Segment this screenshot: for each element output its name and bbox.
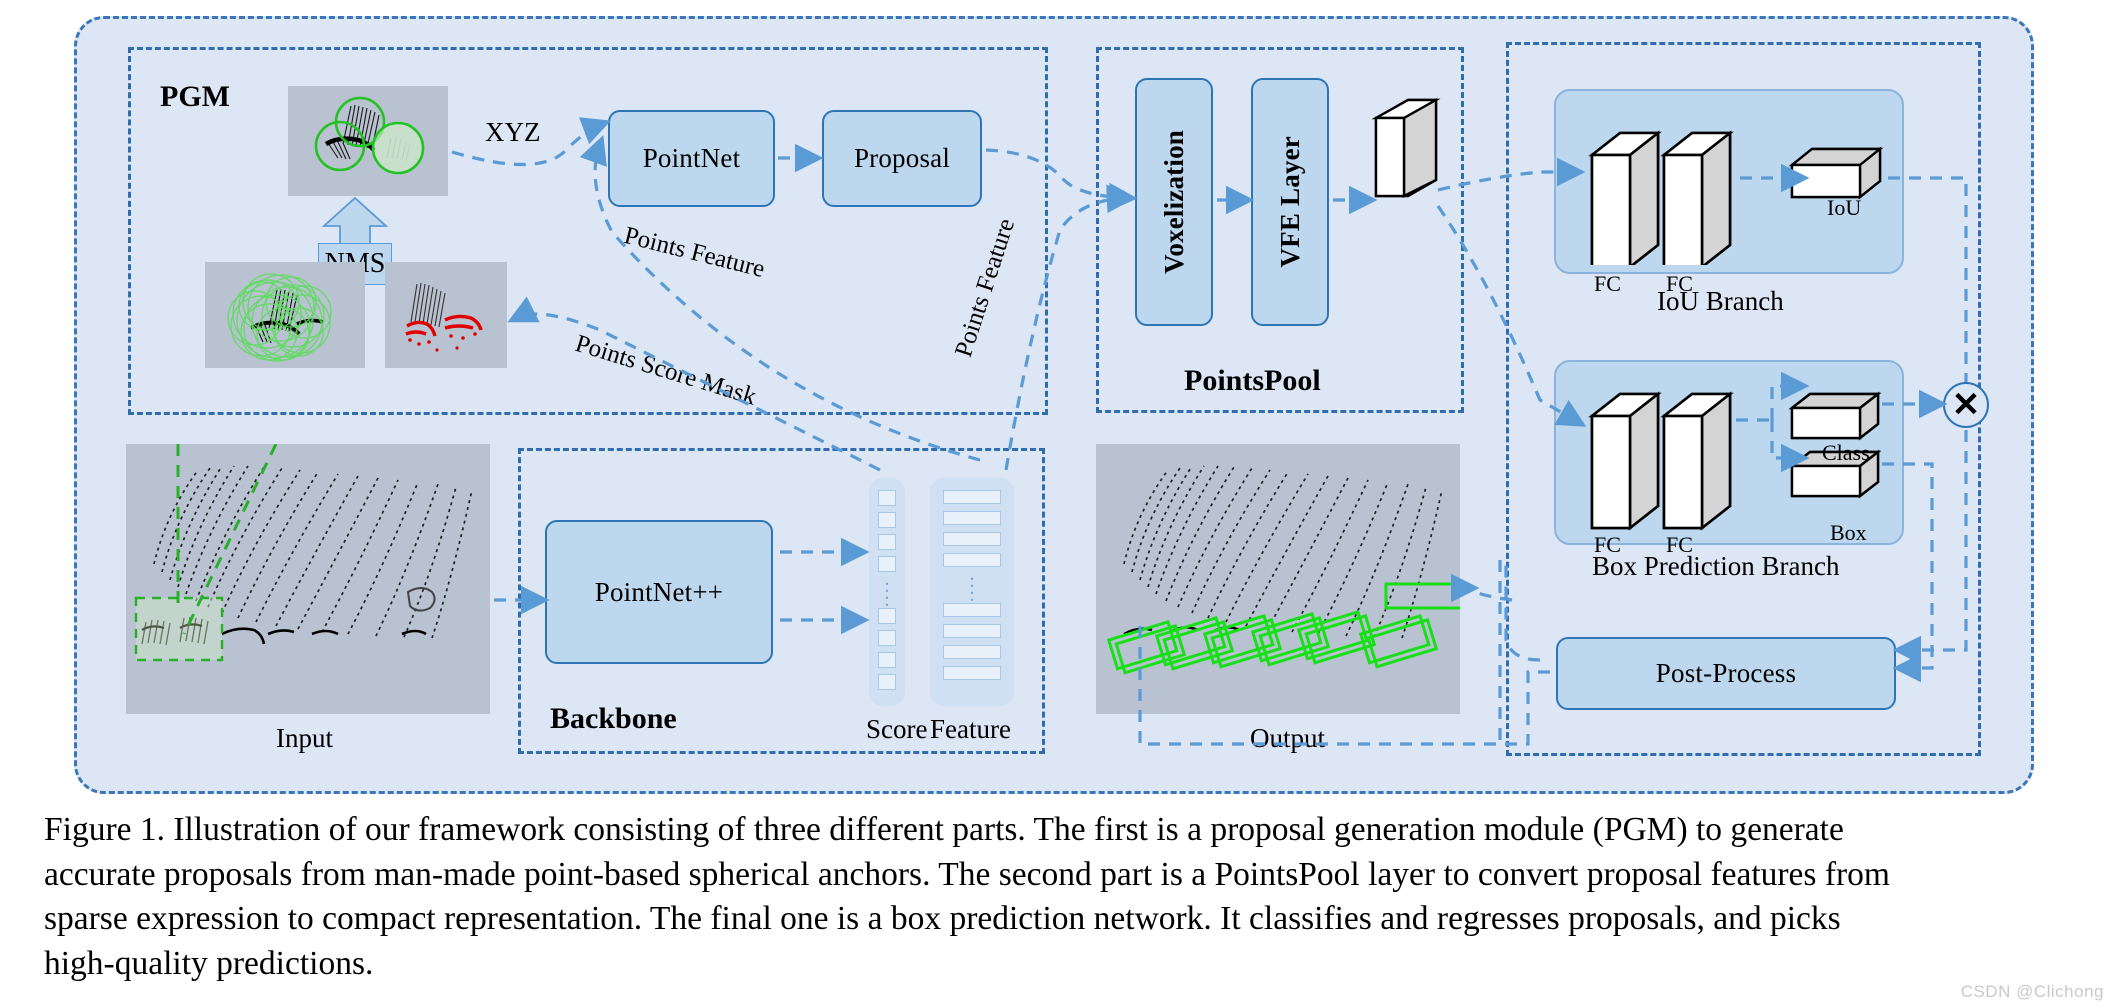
output-pointcloud-thumbnail [1096,444,1460,714]
input-pointcloud-thumbnail [126,444,490,714]
multiply-glyph: ✕ [1951,386,1981,424]
proposal-label: Proposal [853,143,951,173]
score-vector-label: Score [866,714,928,744]
pointnetpp-label: PointNet++ [594,576,724,607]
compact-voxel-cuboid [1371,97,1441,198]
score-cell [878,652,896,668]
caption-line: high-quality predictions. [44,944,374,982]
voxelization-box[interactable]: Voxelization [1135,78,1213,326]
xyz-flow-label: XYZ [485,117,541,147]
score-cell [878,512,896,528]
score-cell [878,630,896,646]
feature-cell [943,603,1001,617]
class-output-label: Class [1822,440,1870,465]
output-label: Output [1250,723,1326,753]
feature-cell [943,624,1001,638]
framework-figure: PGM NMS [0,0,2116,810]
score-cell [878,490,896,506]
iou-output-label: IoU [1827,195,1862,220]
feature-cell [943,511,1001,525]
feature-cell [943,490,1001,504]
feature-ellipsis: .... [969,563,975,606]
caption-line: accurate proposals from man-made point-b… [44,855,1890,893]
post-process-label: Post-Process [1655,658,1797,688]
iou-branch-blocks [1588,130,1884,265]
score-cell [878,674,896,690]
feature-cell [943,666,1001,680]
iou-fc1-label: FC [1594,271,1621,296]
caption-line: Figure 1. Illustration of our framework … [44,811,1844,848]
pointnetpp-box[interactable]: PointNet++ [545,520,773,664]
voxelization-label: Voxelization [1158,130,1189,274]
vfe-layer-box[interactable]: VFE Layer [1251,78,1329,326]
score-ellipsis: .... [884,568,890,611]
pointspool-label: PointsPool [1184,364,1321,397]
pgm-label: PGM [160,80,230,113]
proposal-box[interactable]: Proposal [822,110,982,207]
iou-branch-title: IoU Branch [1657,286,1784,316]
figure-caption: Figure 1. Illustration of our framework … [44,808,2076,986]
watermark: CSDN @Clichong [1960,982,2104,1001]
pointnet-label: PointNet [642,143,741,173]
anchors-after-nms-thumbnail [288,86,448,196]
box-output-label: Box [1830,520,1867,545]
box-prediction-branch-title: Box Prediction Branch [1592,551,1840,581]
input-label: Input [276,723,333,753]
nms-up-arrow [321,196,389,246]
score-cell [878,534,896,550]
caption-line: sparse expression to compact representat… [44,900,1841,938]
feature-cell [943,532,1001,546]
pointnet-box[interactable]: PointNet [608,110,775,207]
feature-cell [943,645,1001,659]
feature-vector: .... [930,478,1014,706]
backbone-label: Backbone [550,702,677,735]
all-anchors-thumbnail [205,262,365,368]
post-process-box[interactable]: Post-Process [1556,637,1896,710]
multiply-operator: ✕ [1943,382,1989,428]
feature-vector-label: Feature [930,714,1011,744]
score-cell [878,608,896,624]
vfe-layer-label: VFE Layer [1274,136,1305,268]
points-score-mask-thumbnail [385,262,507,368]
score-vector: .... [869,478,905,706]
